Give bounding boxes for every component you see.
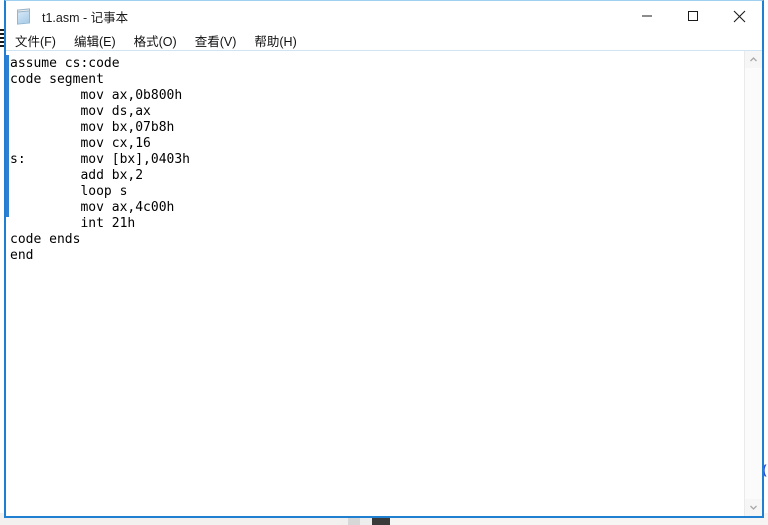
maximize-icon	[688, 11, 698, 21]
chevron-down-icon	[750, 505, 757, 510]
scrollbar-track[interactable]	[745, 68, 762, 499]
menu-bar: 文件(F) 编辑(E) 格式(O) 查看(V) 帮助(H)	[6, 31, 762, 51]
title-bar[interactable]: t1.asm - 记事本	[6, 1, 762, 31]
notepad-window: t1.asm - 记事本 文件(F) 编辑(E) 格式(O) 查看(V) 帮助(…	[4, 0, 764, 518]
notepad-icon-spine	[17, 7, 30, 13]
minimize-button[interactable]	[624, 1, 670, 31]
menu-item-help[interactable]: 帮助(H)	[254, 31, 296, 50]
chevron-up-icon	[750, 57, 757, 62]
close-button[interactable]	[716, 1, 762, 31]
editor-area: assume cs:code code segment mov ax,0b800…	[6, 51, 762, 516]
text-editor[interactable]: assume cs:code code segment mov ax,0b800…	[6, 51, 744, 516]
window-title: t1.asm - 记事本	[42, 10, 129, 25]
menu-item-edit[interactable]: 编辑(E)	[74, 31, 116, 50]
notepad-icon	[16, 7, 33, 25]
menu-item-format[interactable]: 格式(O)	[134, 31, 177, 50]
editor-text-content[interactable]: assume cs:code code segment mov ax,0b800…	[6, 53, 744, 264]
maximize-button[interactable]	[670, 1, 716, 31]
vertical-scrollbar[interactable]	[744, 51, 762, 516]
menu-item-view[interactable]: 查看(V)	[195, 31, 237, 50]
menu-item-file[interactable]: 文件(F)	[15, 31, 56, 50]
window-controls	[624, 1, 762, 31]
close-icon	[733, 10, 745, 22]
minimize-icon	[642, 15, 652, 17]
scroll-down-button[interactable]	[745, 499, 762, 516]
scroll-up-button[interactable]	[745, 51, 762, 68]
